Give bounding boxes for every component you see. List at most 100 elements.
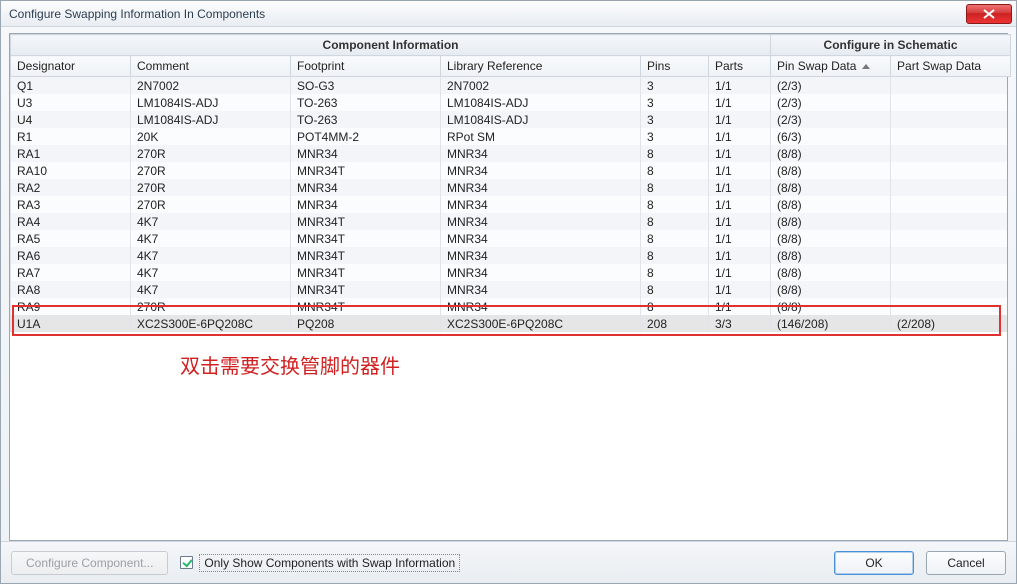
cell-comment[interactable]: 20K [131,128,291,145]
cell-partswap[interactable] [891,111,1008,128]
cell-partswap[interactable] [891,196,1008,213]
cell-comment[interactable]: 270R [131,179,291,196]
cell-footprint[interactable]: MNR34T [291,281,441,298]
cell-footprint[interactable]: MNR34T [291,264,441,281]
cell-libref[interactable]: MNR34 [441,264,641,281]
cell-comment[interactable]: 4K7 [131,247,291,264]
cell-pins[interactable]: 3 [641,94,709,111]
cell-libref[interactable]: MNR34 [441,213,641,230]
cell-parts[interactable]: 1/1 [709,264,771,281]
cell-libref[interactable]: MNR34 [441,162,641,179]
cell-pinswap[interactable]: (8/8) [771,247,891,264]
cell-libref[interactable]: 2N7002 [441,77,641,94]
cell-pinswap[interactable]: (8/8) [771,298,891,315]
table-row[interactable]: RA10270RMNR34TMNR3481/1(8/8) [11,162,1008,179]
cell-libref[interactable]: MNR34 [441,196,641,213]
cell-parts[interactable]: 1/1 [709,179,771,196]
cell-parts[interactable]: 1/1 [709,94,771,111]
cell-libref[interactable]: RPot SM [441,128,641,145]
ok-button[interactable]: OK [834,551,914,575]
cell-footprint[interactable]: MNR34T [291,298,441,315]
cell-footprint[interactable]: MNR34T [291,162,441,179]
cell-parts[interactable]: 1/1 [709,298,771,315]
cell-partswap[interactable] [891,213,1008,230]
col-footprint[interactable]: Footprint [291,56,441,77]
cell-footprint[interactable]: PQ208 [291,315,441,332]
cell-footprint[interactable]: MNR34 [291,145,441,162]
cell-parts[interactable]: 1/1 [709,281,771,298]
cell-parts[interactable]: 1/1 [709,128,771,145]
grid-body[interactable]: Q12N7002SO-G32N700231/1(2/3)U3LM1084IS-A… [10,77,1007,540]
cell-footprint[interactable]: MNR34T [291,230,441,247]
cell-footprint[interactable]: TO-263 [291,94,441,111]
cell-pinswap[interactable]: (8/8) [771,213,891,230]
cell-parts[interactable]: 1/1 [709,162,771,179]
table-row[interactable]: Q12N7002SO-G32N700231/1(2/3) [11,77,1008,94]
cell-designator[interactable]: RA5 [11,230,131,247]
cell-comment[interactable]: LM1084IS-ADJ [131,111,291,128]
cell-libref[interactable]: MNR34 [441,179,641,196]
cell-pinswap[interactable]: (8/8) [771,281,891,298]
col-parts[interactable]: Parts [709,56,771,77]
cell-footprint[interactable]: TO-263 [291,111,441,128]
col-designator[interactable]: Designator [11,56,131,77]
table-row[interactable]: RA3270RMNR34MNR3481/1(8/8) [11,196,1008,213]
cell-libref[interactable]: XC2S300E-6PQ208C [441,315,641,332]
cell-comment[interactable]: 2N7002 [131,77,291,94]
cancel-button[interactable]: Cancel [926,551,1006,575]
cell-designator[interactable]: RA10 [11,162,131,179]
cell-pins[interactable]: 8 [641,264,709,281]
cell-pinswap[interactable]: (2/3) [771,111,891,128]
cell-comment[interactable]: 270R [131,298,291,315]
cell-footprint[interactable]: MNR34 [291,196,441,213]
configure-component-button[interactable]: Configure Component... [11,551,168,575]
cell-pins[interactable]: 8 [641,281,709,298]
col-pins[interactable]: Pins [641,56,709,77]
cell-comment[interactable]: LM1084IS-ADJ [131,94,291,111]
cell-pins[interactable]: 8 [641,196,709,213]
cell-partswap[interactable] [891,77,1008,94]
cell-designator[interactable]: R1 [11,128,131,145]
cell-designator[interactable]: RA4 [11,213,131,230]
cell-pins[interactable]: 8 [641,230,709,247]
col-library-reference[interactable]: Library Reference [441,56,641,77]
table-row[interactable]: RA84K7MNR34TMNR3481/1(8/8) [11,281,1008,298]
cell-libref[interactable]: LM1084IS-ADJ [441,94,641,111]
cell-partswap[interactable]: (2/208) [891,315,1008,332]
table-row[interactable]: RA1270RMNR34MNR3481/1(8/8) [11,145,1008,162]
cell-parts[interactable]: 1/1 [709,213,771,230]
cell-pins[interactable]: 8 [641,298,709,315]
cell-pins[interactable]: 8 [641,213,709,230]
cell-designator[interactable]: RA9 [11,298,131,315]
cell-libref[interactable]: LM1084IS-ADJ [441,111,641,128]
cell-designator[interactable]: U3 [11,94,131,111]
table-row[interactable]: U3LM1084IS-ADJTO-263LM1084IS-ADJ31/1(2/3… [11,94,1008,111]
cell-pinswap[interactable]: (8/8) [771,145,891,162]
cell-footprint[interactable]: MNR34T [291,213,441,230]
cell-libref[interactable]: MNR34 [441,145,641,162]
table-row[interactable]: RA44K7MNR34TMNR3481/1(8/8) [11,213,1008,230]
cell-libref[interactable]: MNR34 [441,298,641,315]
close-button[interactable] [966,4,1012,24]
table-row[interactable]: RA64K7MNR34TMNR3481/1(8/8) [11,247,1008,264]
cell-pinswap[interactable]: (2/3) [771,77,891,94]
col-comment[interactable]: Comment [131,56,291,77]
cell-designator[interactable]: RA7 [11,264,131,281]
data-grid[interactable]: Component Information Configure in Schem… [9,33,1008,541]
table-row[interactable]: R120KPOT4MM-2RPot SM31/1(6/3) [11,128,1008,145]
cell-designator[interactable]: RA8 [11,281,131,298]
cell-partswap[interactable] [891,179,1008,196]
cell-pins[interactable]: 3 [641,111,709,128]
cell-pins[interactable]: 8 [641,179,709,196]
col-part-swap[interactable]: Part Swap Data [891,56,1011,77]
cell-partswap[interactable] [891,281,1008,298]
cell-designator[interactable]: RA6 [11,247,131,264]
cell-libref[interactable]: MNR34 [441,247,641,264]
cell-comment[interactable]: 270R [131,145,291,162]
cell-footprint[interactable]: MNR34T [291,247,441,264]
cell-partswap[interactable] [891,264,1008,281]
cell-partswap[interactable] [891,230,1008,247]
cell-parts[interactable]: 1/1 [709,77,771,94]
cell-partswap[interactable] [891,145,1008,162]
cell-partswap[interactable] [891,128,1008,145]
